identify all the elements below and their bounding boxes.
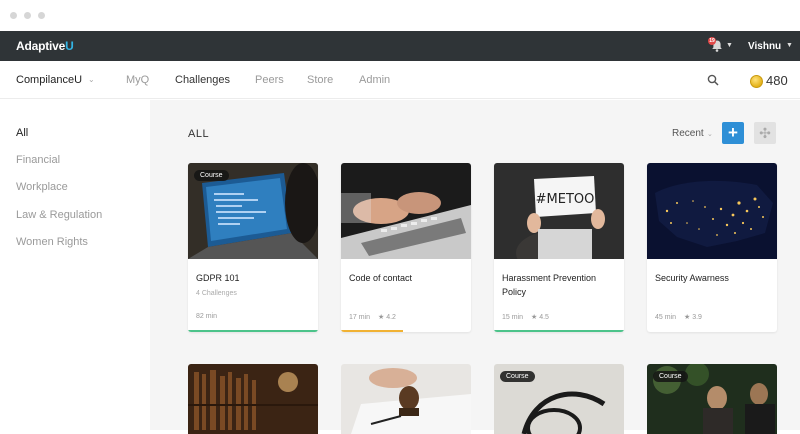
course-card[interactable]: Code of contact 17 min ★ 4.2: [341, 163, 471, 332]
card-duration: 82 min: [196, 313, 218, 320]
course-card[interactable]: [341, 364, 471, 434]
card-title: Harassment Prevention Policy: [502, 273, 597, 297]
main-content: ALL Recent ⌄ + ✣ Course GDPR 101 4 Chall…: [150, 100, 800, 434]
course-card[interactable]: #METOO Harassment Prevention Policy 15 m…: [494, 163, 624, 332]
add-challenge-button[interactable]: +: [722, 122, 744, 144]
section-title: ALL: [188, 128, 210, 140]
top-bar: AdaptiveU: [0, 31, 800, 61]
sidebar-item-workplace[interactable]: Workplace: [16, 181, 68, 193]
window-minimize-dot[interactable]: [24, 12, 31, 19]
app-logo[interactable]: AdaptiveU: [16, 39, 74, 53]
course-badge: Course: [653, 371, 688, 382]
nav-bar: CompilanceU ⌄ MyQ Challenges Peers Store…: [0, 61, 800, 99]
sidebar-item-women-rights[interactable]: Women Rights: [16, 236, 88, 248]
sign-text: #METOO: [536, 192, 595, 207]
chevron-down-icon[interactable]: ▼: [786, 42, 793, 49]
card-title: Security Awarness: [655, 273, 729, 283]
card-meta: 17 min ★ 4.2: [349, 313, 396, 321]
card-rating: 3.9: [692, 314, 702, 321]
logo-accent: U: [65, 39, 74, 53]
card-progress-bar: [188, 330, 318, 332]
card-image-metoo-sign: #METOO: [494, 163, 624, 259]
sidebar-item-law-regulation[interactable]: Law & Regulation: [16, 209, 102, 221]
org-selector[interactable]: CompilanceU: [16, 74, 82, 86]
course-card[interactable]: Course GDPR 101 4 Challenges 82 min: [188, 163, 318, 332]
card-meta: 45 min ★ 3.9: [655, 313, 702, 321]
card-rating: 4.2: [386, 314, 396, 321]
card-duration: 17 min: [349, 314, 371, 321]
card-progress-bar: [341, 330, 403, 332]
card-image-night-map: [647, 163, 777, 259]
sort-dropdown[interactable]: Recent: [672, 128, 704, 139]
card-duration: 45 min: [655, 314, 677, 321]
card-title: GDPR 101: [196, 273, 240, 283]
star-icon: ★: [530, 314, 538, 321]
card-progress-bar: [494, 330, 624, 332]
window-close-dot[interactable]: [10, 12, 17, 19]
card-image-stamp: [341, 364, 471, 434]
star-icon: ★: [683, 314, 691, 321]
category-sidebar: All Financial Workplace Law & Regulation…: [0, 100, 150, 430]
sidebar-item-financial[interactable]: Financial: [16, 154, 60, 166]
card-meta: 15 min ★ 4.5: [502, 313, 549, 321]
course-card[interactable]: Security Awarness 45 min ★ 3.9: [647, 163, 777, 332]
coin-icon: [750, 75, 763, 88]
logo-text: Adaptive: [16, 39, 66, 53]
nav-challenges[interactable]: Challenges: [175, 74, 230, 86]
points-balance: 480: [766, 73, 788, 88]
move-icon[interactable]: ✣: [754, 122, 776, 144]
chevron-down-icon[interactable]: ⌄: [88, 75, 95, 84]
course-badge: Course: [500, 371, 535, 382]
user-menu[interactable]: Vishnu: [748, 41, 781, 52]
window-maximize-dot[interactable]: [38, 12, 45, 19]
nav-store[interactable]: Store: [307, 74, 333, 86]
card-image-typing-hands: [341, 163, 471, 259]
card-title: Code of contact: [349, 273, 413, 283]
star-icon: ★: [377, 314, 385, 321]
course-card[interactable]: [188, 364, 318, 434]
window-chrome: [0, 0, 800, 31]
search-icon[interactable]: [707, 74, 719, 86]
nav-peers[interactable]: Peers: [255, 74, 284, 86]
card-duration: 15 min: [502, 314, 524, 321]
course-card[interactable]: Course: [494, 364, 624, 434]
card-rating: 4.5: [539, 314, 549, 321]
course-badge: Course: [194, 170, 229, 181]
chevron-down-icon[interactable]: ⌄: [707, 130, 713, 138]
card-subtitle: 4 Challenges: [196, 290, 237, 297]
nav-myq[interactable]: MyQ: [126, 74, 149, 86]
card-image-library: [188, 364, 318, 434]
nav-admin[interactable]: Admin: [359, 74, 390, 86]
course-card[interactable]: Course: [647, 364, 777, 434]
notification-badge: 19: [708, 37, 716, 45]
sidebar-item-all[interactable]: All: [16, 127, 28, 139]
chevron-down-icon[interactable]: ▼: [726, 42, 733, 49]
